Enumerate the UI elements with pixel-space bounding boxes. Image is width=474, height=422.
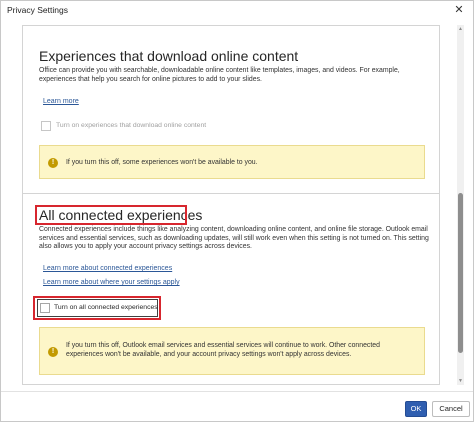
learn-more-connected-experiences-link[interactable]: Learn more about connected experiences — [43, 265, 172, 272]
learn-more-link[interactable]: Learn more — [43, 98, 79, 105]
settings-panel: Experiences that download online content… — [22, 25, 440, 385]
connected-experiences-info-text: If you turn this off, Outlook email serv… — [66, 342, 380, 358]
connected-experiences-section: All connected experiences Connected expe… — [23, 195, 439, 384]
download-content-checkbox[interactable] — [41, 121, 51, 131]
info-icon: ! — [48, 158, 58, 168]
cancel-button[interactable]: Cancel — [432, 401, 470, 417]
ok-button[interactable]: OK — [405, 401, 427, 417]
connected-experiences-info-box: ! If you turn this off, Outlook email se… — [39, 327, 425, 375]
info-icon: ! — [48, 347, 58, 357]
connected-experiences-description: Connected experiences include things lik… — [39, 226, 429, 251]
connected-experiences-checkbox[interactable] — [40, 303, 50, 313]
download-content-info-text: If you turn this off, some experiences w… — [66, 159, 258, 166]
download-content-heading: Experiences that download online content — [39, 48, 299, 64]
connected-experiences-checkbox-label: Turn on all connected experiences — [54, 304, 158, 311]
footer-divider — [1, 391, 473, 392]
download-content-description: Office can provide you with searchable, … — [39, 67, 400, 83]
learn-more-settings-apply-link[interactable]: Learn more about where your settings app… — [43, 279, 180, 286]
download-content-checkbox-label: Turn on experiences that download online… — [56, 122, 207, 129]
close-icon[interactable]: ✕ — [451, 2, 467, 18]
heading-highlight — [35, 205, 187, 225]
title-bar: Privacy Settings ✕ — [1, 1, 473, 21]
chevron-up-icon[interactable]: ▲ — [457, 25, 464, 33]
scrollbar-thumb[interactable] — [458, 193, 463, 353]
window-title: Privacy Settings — [7, 5, 68, 15]
download-content-section: Experiences that download online content… — [23, 26, 439, 194]
download-content-info-box: ! If you turn this off, some experiences… — [39, 145, 425, 179]
chevron-down-icon[interactable]: ▼ — [457, 377, 464, 385]
vertical-scrollbar[interactable]: ▲ ▼ — [457, 25, 464, 385]
privacy-settings-window: Privacy Settings ✕ Experiences that down… — [0, 0, 474, 422]
